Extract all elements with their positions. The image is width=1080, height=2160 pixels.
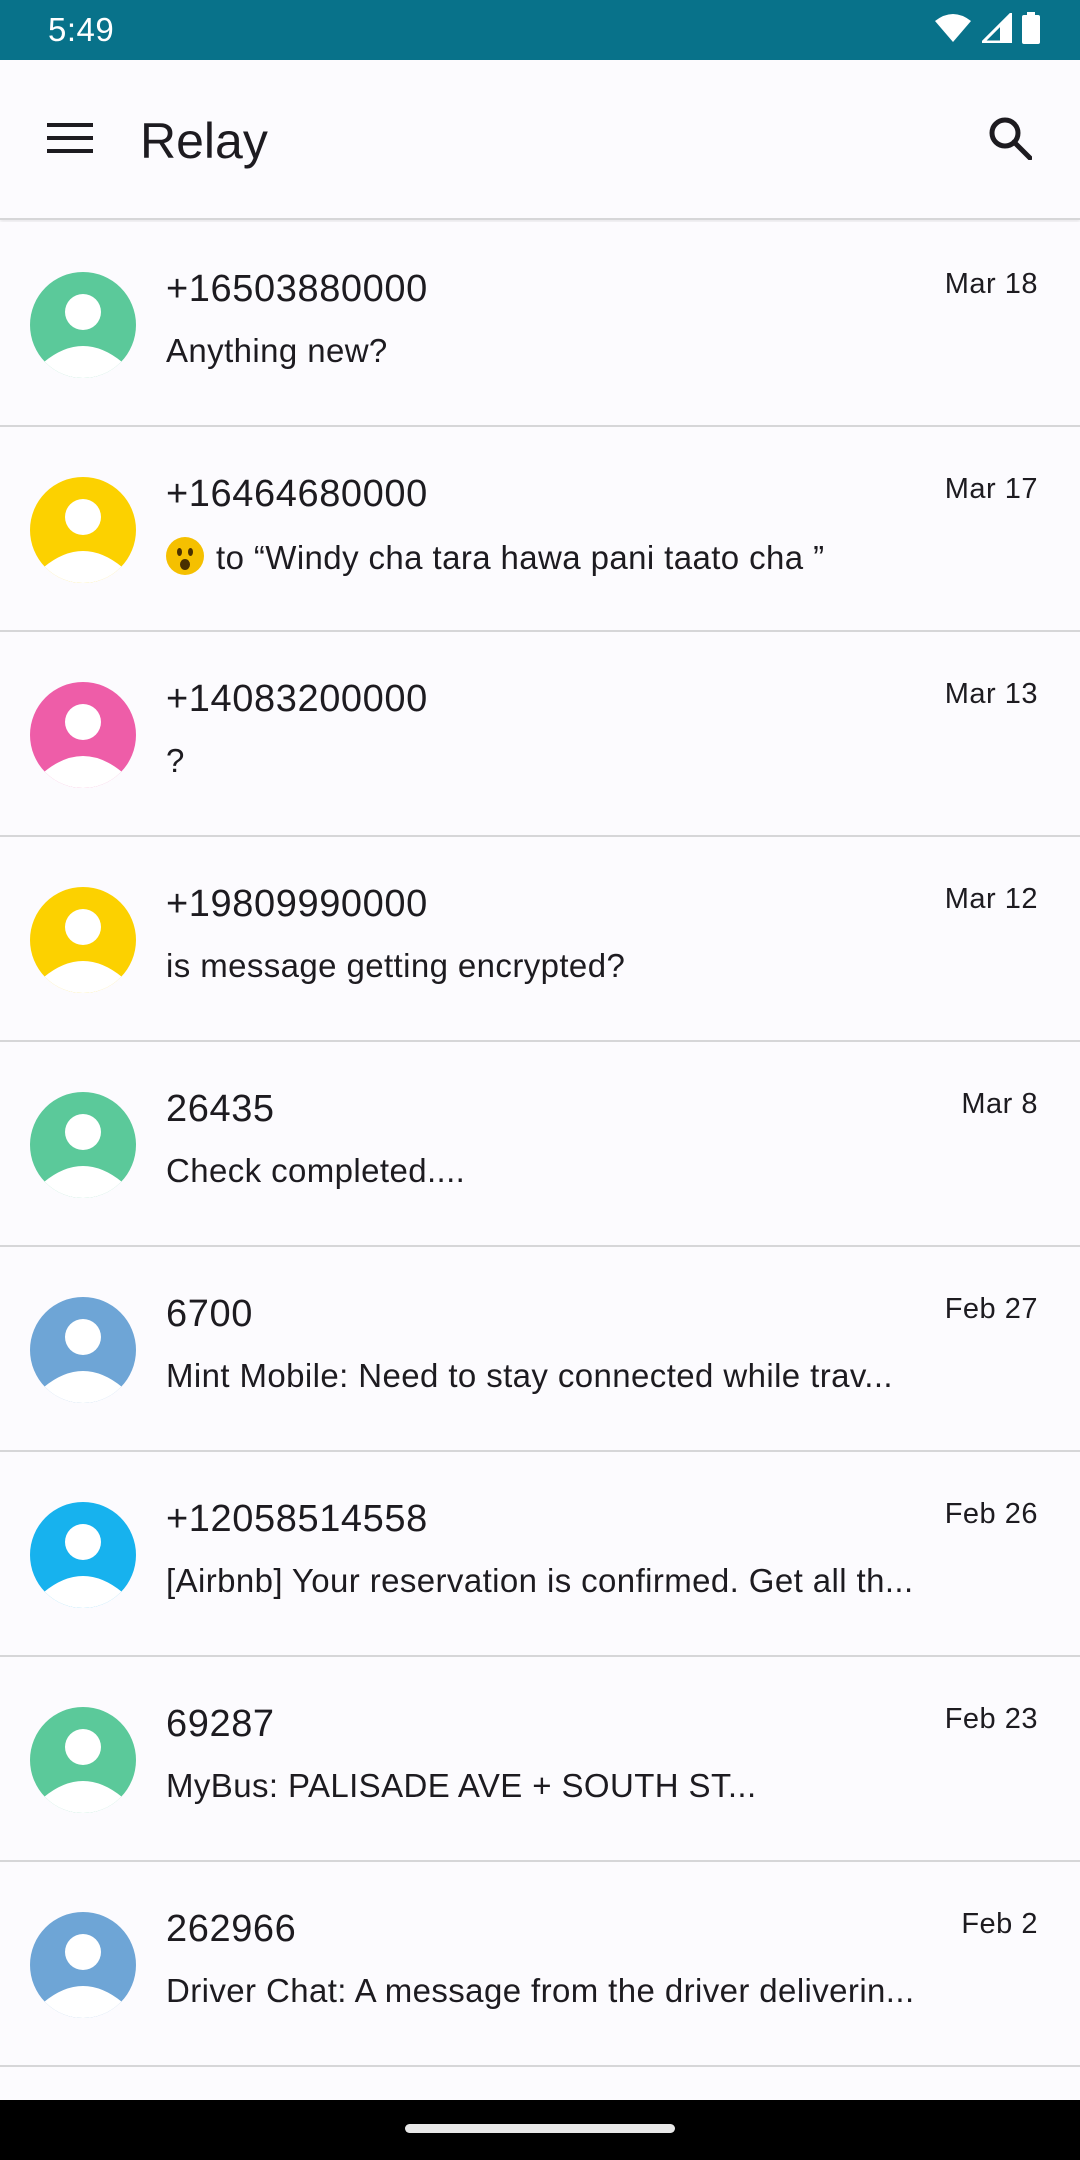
- avatar: [30, 477, 136, 583]
- conversation-row[interactable]: 6700 Feb 27 Mint Mobile: Need to stay co…: [0, 1247, 1080, 1452]
- app-bar: Relay: [0, 60, 1080, 220]
- message-preview: ?: [166, 742, 185, 779]
- message-preview: MyBus: PALISADE AVE + SOUTH ST...: [166, 1767, 757, 1804]
- contact-name: +19809990000: [166, 883, 428, 925]
- message-date: Mar 17: [944, 473, 1038, 505]
- conversation-list: +16503880000 Mar 18 Anything new? +16464…: [0, 222, 1080, 2067]
- message-date: Mar 12: [944, 883, 1038, 915]
- contact-name: +16464680000: [166, 473, 428, 515]
- navigation-bar: [0, 2100, 1080, 2160]
- avatar: [30, 1707, 136, 1813]
- message-date: Feb 23: [944, 1703, 1038, 1735]
- message-preview: Mint Mobile: Need to stay connected whil…: [166, 1357, 893, 1394]
- conversation-row[interactable]: +16464680000 Mar 17 to “Windy cha tara h…: [0, 427, 1080, 632]
- search-icon: [988, 116, 1033, 165]
- contact-name: 6700: [166, 1293, 253, 1335]
- home-gesture-handle[interactable]: [405, 2124, 675, 2133]
- person-icon: [44, 499, 122, 583]
- person-icon: [44, 704, 122, 788]
- conversation-row[interactable]: 69287 Feb 23 MyBus: PALISADE AVE + SOUTH…: [0, 1657, 1080, 1862]
- conversation-row[interactable]: +19809990000 Mar 12 is message getting e…: [0, 837, 1080, 1042]
- contact-name: +16503880000: [166, 268, 428, 310]
- message-date: Feb 2: [961, 1908, 1038, 1940]
- message-date: Feb 27: [944, 1293, 1038, 1325]
- surprised-face-emoji: [166, 537, 204, 575]
- battery-icon: [1022, 11, 1040, 49]
- message-preview: is message getting encrypted?: [166, 947, 626, 984]
- menu-icon: [47, 122, 93, 159]
- message-preview: Check completed....: [166, 1152, 466, 1189]
- message-preview: Driver Chat: A message from the driver d…: [166, 1972, 915, 2009]
- menu-button[interactable]: [40, 116, 100, 164]
- avatar: [30, 1297, 136, 1403]
- avatar: [30, 1092, 136, 1198]
- contact-name: 69287: [166, 1703, 275, 1745]
- contact-name: 262966: [166, 1908, 297, 1950]
- contact-name: +14083200000: [166, 678, 428, 720]
- person-icon: [44, 1319, 122, 1403]
- avatar: [30, 1502, 136, 1608]
- message-preview: Anything new?: [166, 332, 388, 369]
- avatar: [30, 682, 136, 788]
- signal-icon: [979, 9, 1013, 48]
- message-date: Mar 18: [944, 268, 1038, 300]
- contact-name: 26435: [166, 1088, 275, 1130]
- person-icon: [44, 1524, 122, 1608]
- person-icon: [44, 1114, 122, 1198]
- conversation-row[interactable]: 26435 Mar 8 Check completed....: [0, 1042, 1080, 1247]
- person-icon: [44, 909, 122, 993]
- conversation-row[interactable]: +12058514558 Feb 26 [Airbnb] Your reserv…: [0, 1452, 1080, 1657]
- message-preview: to “Windy cha tara hawa pani taato cha ”: [166, 537, 966, 577]
- avatar: [30, 1912, 136, 2018]
- status-bar: 5:49: [0, 0, 1080, 60]
- person-icon: [44, 294, 122, 378]
- app-title: Relay: [140, 113, 268, 169]
- message-date: Mar 13: [944, 678, 1038, 710]
- message-date: Feb 26: [944, 1498, 1038, 1530]
- person-icon: [44, 1934, 122, 2018]
- conversation-row[interactable]: 262966 Feb 2 Driver Chat: A message from…: [0, 1862, 1080, 2067]
- conversation-row[interactable]: +14083200000 Mar 13 ?: [0, 632, 1080, 837]
- status-icons: [934, 9, 1040, 49]
- status-time: 5:49: [48, 11, 115, 48]
- avatar: [30, 887, 136, 993]
- wifi-icon: [934, 13, 972, 48]
- search-button[interactable]: [980, 110, 1040, 170]
- message-date: Mar 8: [961, 1088, 1038, 1120]
- person-icon: [44, 1729, 122, 1813]
- conversation-row[interactable]: +16503880000 Mar 18 Anything new?: [0, 222, 1080, 427]
- contact-name: +12058514558: [166, 1498, 428, 1540]
- message-preview-text: to “Windy cha tara hawa pani taato cha ”: [216, 539, 825, 576]
- message-preview: [Airbnb] Your reservation is confirmed. …: [166, 1562, 914, 1599]
- avatar: [30, 272, 136, 378]
